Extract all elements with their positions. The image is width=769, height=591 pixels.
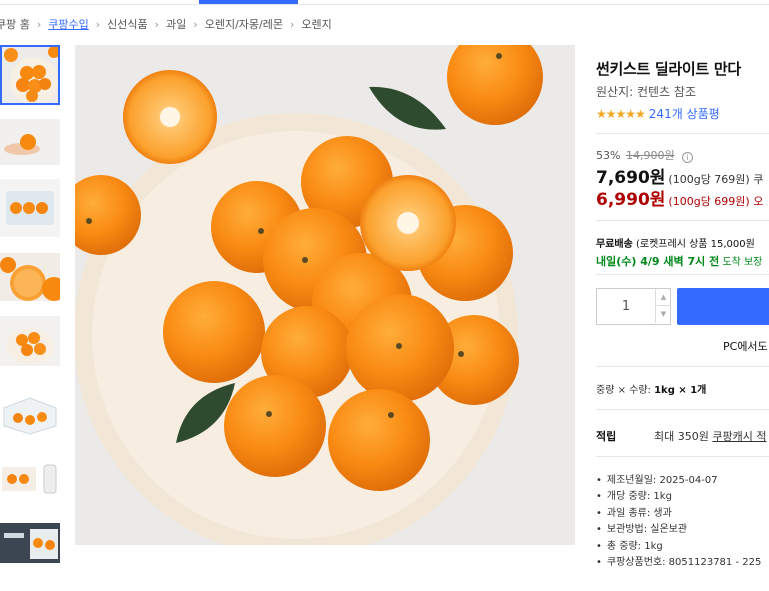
thumbnail-5[interactable] [0, 316, 60, 366]
caret-up-icon[interactable]: ▲ [655, 289, 671, 306]
main-product-image[interactable] [75, 45, 575, 545]
thumbnail-8[interactable] [0, 523, 60, 563]
rating-row: ★★★★★ 241개 상품평 [596, 105, 720, 122]
thumbnail-bowl-image [0, 316, 60, 366]
shipping-info: 무료배송 (로켓프레시 상품 15,000원 [596, 235, 755, 250]
thumbnail-boxed-oranges-image [0, 523, 60, 563]
breadcrumb-separator: › [95, 18, 101, 31]
coupang-cash-link[interactable]: 쿠팡캐시 적 [712, 430, 766, 443]
list-item: 보관방법: 실온보관 [596, 522, 761, 538]
divider [596, 456, 769, 457]
quantity-stepper[interactable]: 1 ▲ ▼ [596, 288, 671, 325]
delivery-date: 내일(수) 4/9 새벽 7시 전 [596, 255, 720, 268]
thumbnail-2[interactable] [0, 119, 60, 165]
breadcrumb-orange[interactable]: 오렌지 [301, 16, 331, 32]
breadcrumb-separator: › [36, 18, 42, 31]
discount-row: 53% 14,900원 i [596, 147, 694, 163]
list-item: 제조년월일: 2025-04-07 [596, 473, 761, 489]
header-divider [0, 4, 769, 5]
thumbnail-label-image [0, 459, 60, 499]
divider [596, 274, 769, 275]
breadcrumb-fruit[interactable]: 과일 [166, 16, 186, 32]
coupon-price: 6,990원 [596, 190, 666, 210]
coupon-unit-price: (100g당 699원) 오 [668, 195, 764, 208]
list-item: 쿠팡상품번호: 8051123781 - 225 [596, 555, 761, 571]
breadcrumb-fresh[interactable]: 신선식품 [107, 16, 147, 32]
quantity-input[interactable]: 1 [597, 299, 655, 314]
breadcrumb-separator: › [193, 18, 198, 31]
thumbnail-sliced-image [0, 253, 60, 301]
breadcrumb-import[interactable]: 쿠팡수입 [48, 16, 88, 32]
breadcrumb-home[interactable]: 쿠팡 홈 [0, 16, 30, 32]
product-title: 썬키스트 딜라이트 만다 [596, 60, 741, 78]
delivery-guarantee: 도착 보장 [719, 257, 763, 268]
divider [596, 220, 769, 221]
rating-stars-icon[interactable]: ★★★★★ [596, 107, 646, 121]
thumbnail-3[interactable] [0, 179, 60, 237]
cash-reward: 최대 350원 쿠팡캐시 적 [654, 428, 766, 444]
thumbnail-hand-image [0, 119, 60, 165]
thumbnail-1[interactable] [0, 45, 60, 105]
list-item: 총 중량: 1kg [596, 539, 761, 555]
list-item: 과일 종류: 생과 [596, 506, 761, 522]
thumbnail-4[interactable] [0, 253, 60, 301]
oranges-on-plate-image [75, 45, 575, 545]
thumbnail-box-image [0, 179, 60, 237]
divider [596, 409, 769, 410]
breadcrumb-separator: › [289, 18, 295, 31]
cash-amount: 최대 350원 [654, 430, 713, 443]
thumbnail-package-image [0, 390, 60, 436]
divider [596, 133, 769, 134]
breadcrumb-citrus[interactable]: 오렌지/자몽/레몬 [205, 16, 283, 32]
product-origin: 원산지: 컨텐츠 참조 [596, 85, 696, 99]
thumbnail-7[interactable] [0, 459, 60, 499]
info-icon[interactable]: i [682, 152, 694, 163]
product-details-list: 제조년월일: 2025-04-07 개당 중량: 1kg 과일 종류: 생과 보… [596, 473, 761, 571]
breadcrumb-separator: › [154, 18, 160, 31]
coupon-price-row: 6,990원 (100g당 699원) 오 [596, 185, 763, 210]
delivery-eta: 내일(수) 4/9 새벽 7시 전 도착 보장 [596, 253, 762, 269]
free-shipping-label: 무료배송 [596, 239, 633, 250]
original-price: 14,900원 [625, 149, 675, 162]
option-summary[interactable]: 중량 × 수량: 1kg × 1개 [596, 381, 706, 396]
list-item: 개당 중량: 1kg [596, 489, 761, 505]
pc-notice-label: PC에서도 [723, 340, 768, 353]
cash-label: 적립 [596, 430, 617, 443]
option-value: 1kg × 1개 [654, 385, 707, 396]
divider [596, 366, 769, 367]
thumbnail-oranges-plate-image [2, 47, 58, 103]
add-to-cart-button[interactable] [677, 288, 769, 325]
shipping-condition: (로켓프레시 상품 15,000원 [632, 239, 755, 250]
review-count-link[interactable]: 241개 상품평 [649, 107, 720, 121]
discount-rate: 53% [596, 149, 621, 162]
thumbnail-6[interactable] [0, 390, 60, 436]
option-label: 중량 × 수량: [596, 385, 655, 396]
caret-down-icon[interactable]: ▼ [655, 306, 671, 323]
breadcrumb: 쿠팡 홈 › 쿠팡수입 › 신선식품 › 과일 › 오렌지/자몽/레몬 › 오렌지 [0, 16, 332, 32]
